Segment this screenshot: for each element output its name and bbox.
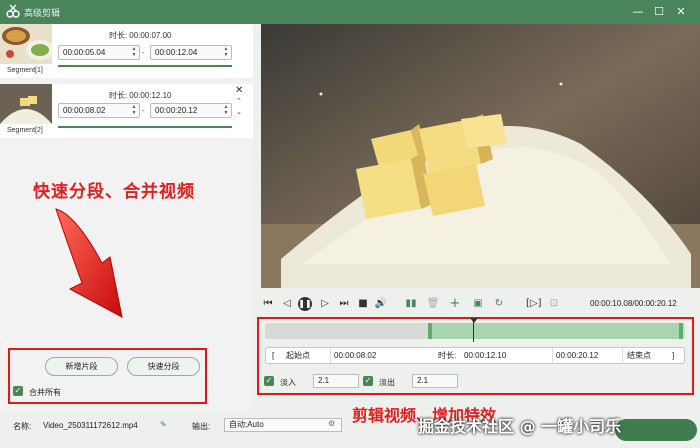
close-button[interactable]: ✕: [673, 4, 689, 20]
cut-duration-label: 时长:: [438, 351, 457, 360]
playback-time: 00:00:10.08/00:00:20.12: [590, 299, 677, 308]
segment-item-1[interactable]: Segment[1] 时长: 00:00:07.00 00:00:05.04 ▲ ▼ …: [0, 24, 253, 78]
app-logo-icon: [6, 4, 20, 18]
cut-end-value: 00:00:20.12: [556, 351, 599, 360]
segment-1-label: Segment[1]: [7, 67, 43, 74]
spin-arrows-icon[interactable]: ▲ ▼: [223, 46, 229, 58]
reset-icon[interactable]: ↻: [492, 297, 506, 311]
quick-split-button[interactable]: 快速分段: [127, 357, 200, 376]
copy-icon[interactable]: ▣: [471, 297, 485, 311]
add-segment-button[interactable]: 新增片段: [45, 357, 118, 376]
fade-out-checkbox[interactable]: ✓: [363, 376, 373, 386]
bracket-right: ]: [672, 351, 675, 360]
end-value: 00:00:20.12: [155, 106, 198, 115]
spin-arrows-icon[interactable]: ▲ ▼: [131, 104, 137, 116]
set-end-button[interactable]: 结束点: [622, 348, 651, 363]
annotation-left: 快速分段、合并视频: [33, 182, 195, 202]
segment-2-start-field[interactable]: 00:00:08.02 ▲ ▼: [58, 103, 140, 118]
range-dash: -: [142, 106, 145, 115]
segment-2-duration: 时长: 00:00:12.10: [107, 90, 172, 101]
spin-arrows-icon[interactable]: ▲ ▼: [223, 104, 229, 116]
duration-label: 时长:: [109, 91, 128, 100]
segment-1-end-field[interactable]: 00:00:12.04 ▲ ▼: [150, 45, 232, 60]
cut-start-field[interactable]: 00:00:08.02: [330, 348, 398, 363]
cut-start-value: 00:00:08.02: [334, 351, 377, 360]
stop-icon[interactable]: ■: [356, 297, 370, 311]
range-dash: -: [142, 48, 145, 57]
start-value: 00:00:08.02: [63, 106, 106, 115]
chevron-down-icon[interactable]: ⌄: [236, 108, 242, 116]
duration-value: 00:00:07.00: [129, 31, 172, 40]
volume-icon[interactable]: 🔊: [374, 297, 388, 311]
add-icon[interactable]: +: [448, 297, 462, 311]
step-forward-icon[interactable]: ▷: [318, 297, 332, 311]
fullscreen-icon[interactable]: ⊡: [547, 297, 561, 311]
timeline-selection[interactable]: [428, 323, 683, 339]
end-value: 00:00:12.04: [155, 48, 198, 57]
fade-out-value: 2.1: [417, 376, 429, 385]
duration-value: 00:00:12.10: [129, 91, 172, 100]
window-title: 高级剪辑: [24, 8, 61, 18]
file-name: Video_250311172612.mp4: [43, 421, 138, 430]
start-value: 00:00:05.04: [63, 48, 106, 57]
fade-out-field[interactable]: 2.1: [412, 374, 458, 388]
fade-in-checkbox[interactable]: ✓: [264, 376, 274, 386]
crop-icon[interactable]: [▷]: [526, 297, 542, 311]
name-label: 名称:: [13, 422, 32, 431]
minimize-button[interactable]: —: [630, 4, 646, 20]
set-start-button[interactable]: 起始点: [286, 348, 310, 363]
segment-2-end-field[interactable]: 00:00:20.12 ▲ ▼: [150, 103, 232, 118]
segment-2-label: Segment[2]: [7, 127, 43, 134]
timeline-playhead[interactable]: [473, 320, 474, 342]
pause-icon[interactable]: ❚❚: [298, 297, 312, 311]
segment-2-thumbnail: [0, 84, 52, 124]
segment-item-2[interactable]: Segment[2] 时长: 00:00:12.10 00:00:08.02 ▲ ▼ …: [0, 84, 253, 138]
skip-start-icon[interactable]: ⏮: [261, 297, 275, 311]
playhead-marker-icon[interactable]: [470, 318, 478, 323]
watermark: 掘金技术社区 @ 一罐小司乐: [418, 417, 622, 436]
fade-in-label: 淡入: [280, 378, 296, 387]
bracket-left: [: [272, 351, 275, 360]
output-label: 输出:: [192, 422, 211, 431]
merge-all-label: 合并所有: [29, 388, 61, 397]
edit-name-icon[interactable]: ✎: [160, 420, 167, 429]
cut-range-row: [ 起始点 00:00:08.02 时长: 00:00:12.10 00:00:…: [265, 347, 685, 364]
step-back-icon[interactable]: ◁: [280, 297, 294, 311]
segment-1-thumbnail: [0, 24, 52, 64]
video-preview: [261, 24, 700, 288]
export-button[interactable]: [615, 419, 697, 441]
output-field[interactable]: 自动;Auto: [224, 418, 342, 432]
fade-in-value: 2.1: [318, 376, 330, 385]
merge-all-checkbox[interactable]: ✓: [13, 386, 23, 396]
delete-segment-icon[interactable]: ✕: [235, 85, 243, 96]
segment-1-duration: 时长: 00:00:07.00: [107, 30, 172, 41]
duration-label: 时长:: [109, 31, 128, 40]
trash-icon[interactable]: 🗑: [426, 297, 440, 311]
fade-in-field[interactable]: 2.1: [313, 374, 359, 388]
maximize-button[interactable]: ☐: [651, 4, 667, 20]
output-value: 自动;Auto: [229, 420, 264, 429]
segment-2-range-bar: [58, 126, 232, 128]
chevron-up-icon[interactable]: ⌃: [236, 97, 242, 105]
skip-end-icon[interactable]: ⏭: [337, 297, 351, 311]
cut-duration-value: 00:00:12.10: [464, 351, 507, 360]
title-bar: 高级剪辑 — ☐ ✕: [0, 0, 700, 24]
cut-end-field[interactable]: 00:00:20.12: [552, 348, 620, 363]
spin-arrows-icon[interactable]: ▲ ▼: [131, 46, 137, 58]
settings-gear-icon[interactable]: ⚙: [328, 419, 335, 428]
segment-1-range-bar: [58, 65, 232, 67]
fade-out-label: 淡出: [379, 378, 395, 387]
segment-1-start-field[interactable]: 00:00:05.04 ▲ ▼: [58, 45, 140, 60]
split-icon[interactable]: ▮▮: [404, 297, 418, 311]
annotation-arrow-icon: [55, 208, 123, 318]
